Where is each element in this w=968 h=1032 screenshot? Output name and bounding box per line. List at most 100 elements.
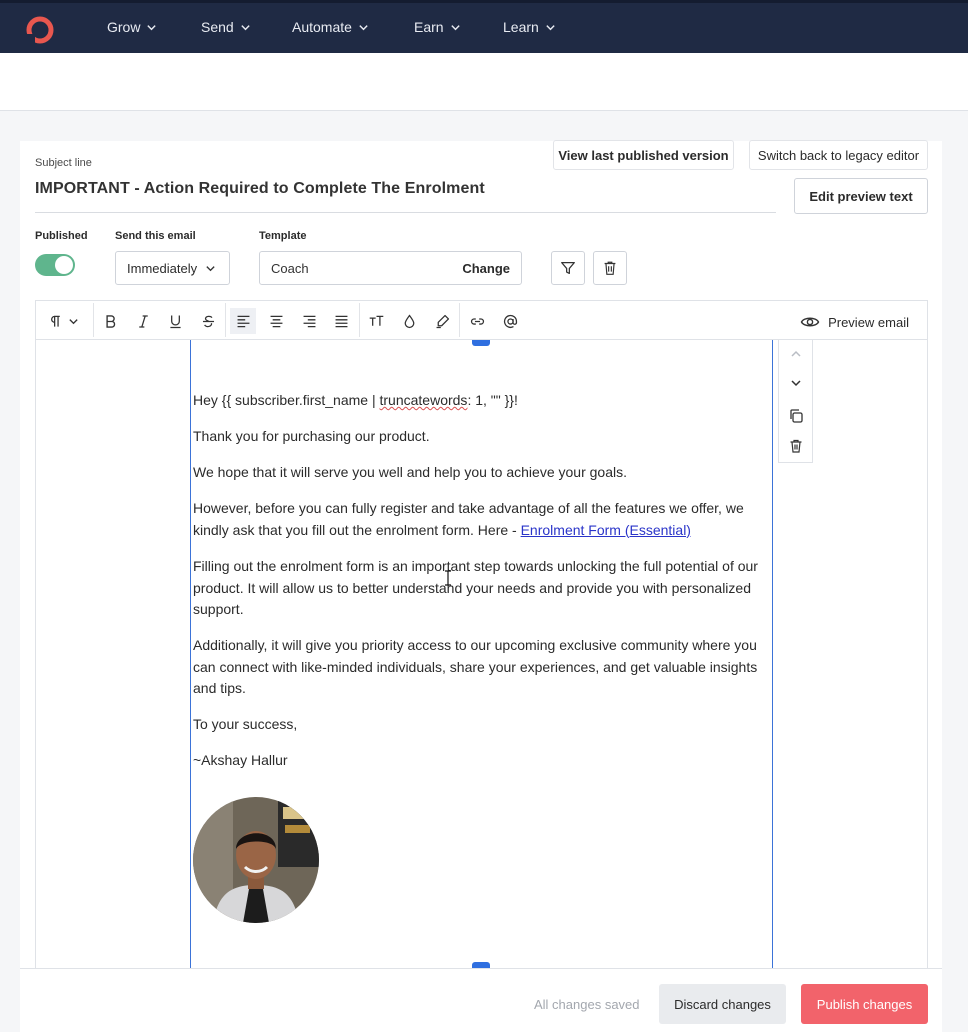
insert-link-button[interactable]: [464, 308, 490, 334]
toolbar-divider: [459, 303, 460, 337]
move-block-down-button[interactable]: [784, 371, 808, 395]
edit-preview-text-label: Edit preview text: [809, 188, 913, 204]
send-email-label: Send this email: [115, 230, 196, 242]
paragraph-2[interactable]: We hope that it will serve you well and …: [193, 462, 771, 484]
toolbar-divider: [93, 303, 94, 337]
delete-email-button[interactable]: [593, 251, 627, 285]
strikethrough-button[interactable]: [195, 308, 221, 334]
view-last-published-label: View last published version: [558, 147, 729, 163]
nav-earn-label: Earn: [414, 19, 444, 35]
chevron-down-icon: [791, 380, 801, 387]
brand-logo-icon[interactable]: [24, 14, 56, 46]
published-toggle[interactable]: [35, 254, 75, 276]
nav-learn-label: Learn: [503, 19, 539, 35]
paragraph-3[interactable]: However, before you can fully register a…: [193, 498, 771, 541]
move-block-up-button[interactable]: [784, 342, 808, 366]
delete-block-button[interactable]: [784, 434, 808, 458]
sign-off-paragraph[interactable]: To your success,: [193, 714, 771, 736]
chevron-down-icon: [546, 24, 555, 30]
greeting-text-end: : 1, "" }}!: [467, 392, 518, 408]
nav-learn[interactable]: Learn: [503, 19, 556, 35]
align-center-icon: [270, 315, 282, 327]
author-photo[interactable]: [193, 797, 319, 923]
toolbar-divider: [359, 303, 360, 337]
filter-button[interactable]: [551, 251, 585, 285]
discard-changes-label: Discard changes: [674, 996, 771, 1012]
align-right-icon: [303, 315, 315, 327]
font-size-button[interactable]: [363, 308, 389, 334]
signature-paragraph[interactable]: ~Akshay Hallur: [193, 750, 771, 772]
underline-icon: [169, 315, 181, 328]
nav-send[interactable]: Send: [201, 19, 251, 35]
paragraph-style-dropdown[interactable]: [41, 308, 85, 334]
preview-email-label: Preview email: [828, 314, 909, 330]
align-left-button[interactable]: [230, 308, 256, 334]
drop-icon: [404, 313, 414, 328]
highlight-button[interactable]: [429, 308, 455, 334]
send-timing-select[interactable]: Immediately: [115, 251, 230, 285]
paragraph-4[interactable]: Filling out the enrolment form is an imp…: [193, 556, 771, 621]
copy-icon: [790, 409, 803, 423]
font-size-icon: [369, 315, 383, 326]
paragraph-1[interactable]: Thank you for purchasing our product.: [193, 426, 771, 448]
chevron-down-icon: [359, 24, 368, 30]
subject-underline: [35, 212, 776, 213]
align-justify-icon: [335, 315, 347, 327]
duplicate-block-button[interactable]: [784, 404, 808, 428]
view-last-published-button[interactable]: View last published version: [553, 140, 734, 170]
bold-button[interactable]: [97, 308, 123, 334]
bold-icon: [105, 314, 115, 328]
template-name: Coach: [271, 261, 309, 276]
send-timing-value: Immediately: [127, 260, 198, 276]
nav-earn[interactable]: Earn: [414, 19, 461, 35]
enrolment-form-link[interactable]: Enrolment Form (Essential): [521, 522, 691, 538]
mention-button[interactable]: [497, 308, 523, 334]
edit-preview-text-button[interactable]: Edit preview text: [794, 178, 928, 214]
nav-automate-label: Automate: [292, 19, 352, 35]
switch-legacy-label: Switch back to legacy editor: [757, 147, 920, 163]
text-color-button[interactable]: [396, 308, 422, 334]
subject-line-input[interactable]: IMPORTANT - Action Required to Complete …: [35, 180, 485, 198]
chevron-down-icon: [206, 265, 215, 271]
toggle-knob: [55, 256, 73, 274]
text-cursor-icon: [445, 570, 451, 586]
publish-changes-button[interactable]: Publish changes: [801, 984, 928, 1024]
trash-icon: [790, 439, 802, 453]
chevron-up-icon: [791, 350, 801, 357]
formatting-toolbar: Preview email: [35, 300, 928, 340]
italic-icon: [138, 314, 148, 328]
template-change-button[interactable]: Change: [462, 261, 510, 276]
chevron-down-icon: [147, 24, 157, 30]
align-justify-button[interactable]: [328, 308, 354, 334]
top-navbar: Grow Send Automate Earn Learn: [0, 0, 968, 53]
template-label: Template: [259, 230, 307, 242]
published-label: Published: [35, 230, 88, 242]
filter-icon: [561, 261, 575, 275]
add-block-above-handle[interactable]: [472, 340, 490, 346]
publish-changes-label: Publish changes: [816, 996, 913, 1012]
chevron-down-icon: [450, 24, 460, 30]
italic-button[interactable]: [130, 308, 156, 334]
block-actions-panel: [778, 340, 813, 463]
nav-automate[interactable]: Automate: [292, 19, 369, 35]
nav-grow[interactable]: Grow: [107, 19, 157, 35]
subject-line-label: Subject line: [35, 157, 92, 169]
underline-button[interactable]: [162, 308, 188, 334]
save-status: All changes saved: [534, 997, 640, 1012]
trash-icon: [604, 261, 616, 275]
align-right-button[interactable]: [296, 308, 322, 334]
strikethrough-icon: [202, 315, 214, 327]
author-photo-image: [193, 797, 319, 923]
paragraph-5[interactable]: Additionally, it will give you priority …: [193, 635, 771, 700]
align-center-button[interactable]: [263, 308, 289, 334]
chevron-down-icon: [69, 318, 78, 324]
chevron-down-icon: [241, 24, 250, 30]
misspelled-word: truncatewords: [379, 392, 468, 408]
switch-legacy-editor-button[interactable]: Switch back to legacy editor: [749, 140, 928, 170]
preview-email-button[interactable]: Preview email: [800, 312, 909, 332]
greeting-paragraph[interactable]: Hey {{ subscriber.first_name | truncatew…: [193, 390, 771, 412]
greeting-text-start: Hey {{ subscriber.first_name |: [193, 392, 380, 408]
discard-changes-button[interactable]: Discard changes: [659, 984, 786, 1024]
template-field: Coach Change: [259, 251, 522, 285]
paragraph-icon: [51, 315, 60, 327]
